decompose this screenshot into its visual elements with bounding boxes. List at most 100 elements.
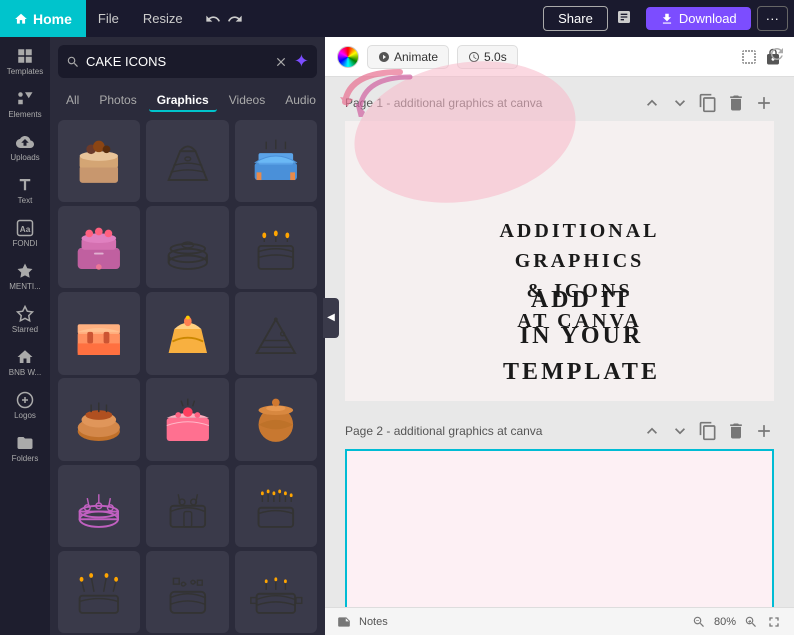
logos-icon [16, 391, 34, 409]
sidebar-item-elements[interactable]: Elements [0, 84, 50, 125]
sidebar-item-menti[interactable]: MENTI... [0, 256, 50, 297]
download-button[interactable]: Download [646, 7, 751, 30]
redo-icon[interactable] [227, 11, 243, 27]
bottom-bar: Notes 80% [325, 607, 794, 635]
page-2-item: Page 2 - additional graphics at canva [345, 421, 774, 607]
cake-icon-3 [247, 132, 305, 190]
cake-icon-4 [70, 219, 128, 277]
share-button[interactable]: Share [543, 6, 608, 31]
elements-label: Elements [8, 110, 41, 119]
analytics-icon [616, 9, 632, 25]
sidebar-item-templates[interactable]: Templates [0, 41, 50, 82]
svg-text:Aa: Aa [20, 225, 31, 234]
grid-item-18[interactable] [235, 551, 317, 633]
notes-icon[interactable] [337, 615, 351, 629]
search-bar-container: ✦ [58, 45, 317, 78]
page2-delete-icon[interactable] [726, 421, 746, 441]
grid-item-15[interactable] [235, 465, 317, 547]
sidebar-item-logos[interactable]: Logos [0, 385, 50, 426]
page-chevron-up-icon[interactable] [642, 93, 662, 113]
collapse-panel-button[interactable]: ◀ [323, 298, 339, 338]
canva-pro-icon[interactable]: ✦ [294, 51, 309, 72]
sidebar-item-uploads[interactable]: Uploads [0, 127, 50, 168]
grid-item-6[interactable] [235, 206, 317, 288]
undo-icon[interactable] [205, 11, 221, 27]
page-chevron-down-icon[interactable] [670, 93, 690, 113]
text-icon [16, 176, 34, 194]
sidebar-item-text[interactable]: Text [0, 170, 50, 211]
bnb-icon [16, 348, 34, 366]
page2-duplicate-icon[interactable] [698, 421, 718, 441]
notes-label: Notes [359, 616, 388, 628]
clear-search-icon[interactable] [274, 55, 288, 69]
analytics-button[interactable] [608, 5, 640, 32]
tab-audio[interactable]: Audio [277, 90, 324, 112]
cake-icon-15 [247, 477, 305, 535]
grid-item-9[interactable] [235, 292, 317, 374]
grid-item-16[interactable] [58, 551, 140, 633]
grid-item-3[interactable] [235, 120, 317, 202]
home-button[interactable]: Home [0, 0, 86, 37]
page2-chevron-up-icon[interactable] [642, 421, 662, 441]
page2-chevron-down-icon[interactable] [670, 421, 690, 441]
tab-all[interactable]: All [58, 90, 87, 112]
tab-photos[interactable]: Photos [91, 90, 144, 112]
zoom-in-icon[interactable] [744, 615, 758, 629]
grid-item-7[interactable] [58, 292, 140, 374]
starred-icon [16, 305, 34, 323]
undo-redo-controls [195, 11, 253, 27]
grid-item-2[interactable] [146, 120, 228, 202]
zoom-out-icon[interactable] [692, 615, 706, 629]
page2-add-icon[interactable] [754, 421, 774, 441]
sidebar-item-fondi[interactable]: Aa FONDI [0, 213, 50, 254]
page-2-canvas[interactable]: ADD ITIN YOURTEMPLATE [345, 449, 774, 607]
sidebar-item-folders[interactable]: Folders [0, 428, 50, 469]
tab-graphics[interactable]: Graphics [149, 90, 217, 112]
menti-icon [16, 262, 34, 280]
file-button[interactable]: File [86, 0, 131, 37]
home-label: Home [33, 11, 72, 27]
fullscreen-icon[interactable] [766, 614, 782, 630]
grid-item-4[interactable] [58, 206, 140, 288]
cake-icon-17 [159, 563, 217, 621]
more-button[interactable]: ··· [757, 6, 788, 31]
menti-label: MENTI... [9, 282, 41, 291]
grid-item-8[interactable] [146, 292, 228, 374]
templates-label: Templates [7, 67, 43, 76]
search-panel: ✦ All Photos Graphics Videos Audio [50, 37, 325, 635]
download-icon [660, 12, 674, 26]
fondi-label: FONDI [13, 239, 38, 248]
page-add-icon[interactable] [754, 93, 774, 113]
grid-item-12[interactable] [235, 378, 317, 460]
tab-videos[interactable]: Videos [221, 90, 273, 112]
resize-button[interactable]: Resize [131, 0, 195, 37]
grid-item-5[interactable] [146, 206, 228, 288]
cake-icon-10 [70, 391, 128, 449]
page-delete-icon[interactable] [726, 93, 746, 113]
filter-tabs: All Photos Graphics Videos Audio [50, 86, 325, 116]
cake-icon-1 [70, 132, 128, 190]
sidebar-item-bnb[interactable]: BNB W... [0, 342, 50, 383]
grid-item-13[interactable] [58, 465, 140, 547]
uploads-label: Uploads [10, 153, 39, 162]
grid-item-17[interactable] [146, 551, 228, 633]
home-icon [14, 12, 28, 26]
cake-icon-5 [159, 219, 217, 277]
page-2-label: Page 2 - additional graphics at canva [345, 424, 634, 438]
cake-icon-8 [159, 305, 217, 363]
search-icon [66, 55, 80, 69]
cake-icon-7 [70, 305, 128, 363]
grid-view-icon[interactable] [740, 48, 758, 66]
page-duplicate-icon[interactable] [698, 93, 718, 113]
templates-icon [16, 47, 34, 65]
grid-item-14[interactable] [146, 465, 228, 547]
grid-item-10[interactable] [58, 378, 140, 460]
folders-icon [16, 434, 34, 452]
grid-item-11[interactable] [146, 378, 228, 460]
grid-item-1[interactable] [58, 120, 140, 202]
elements-icon [16, 90, 34, 108]
search-input[interactable] [86, 54, 268, 69]
sidebar-item-starred[interactable]: Starred [0, 299, 50, 340]
cake-icon-9 [247, 305, 305, 363]
fondi-icon: Aa [16, 219, 34, 237]
